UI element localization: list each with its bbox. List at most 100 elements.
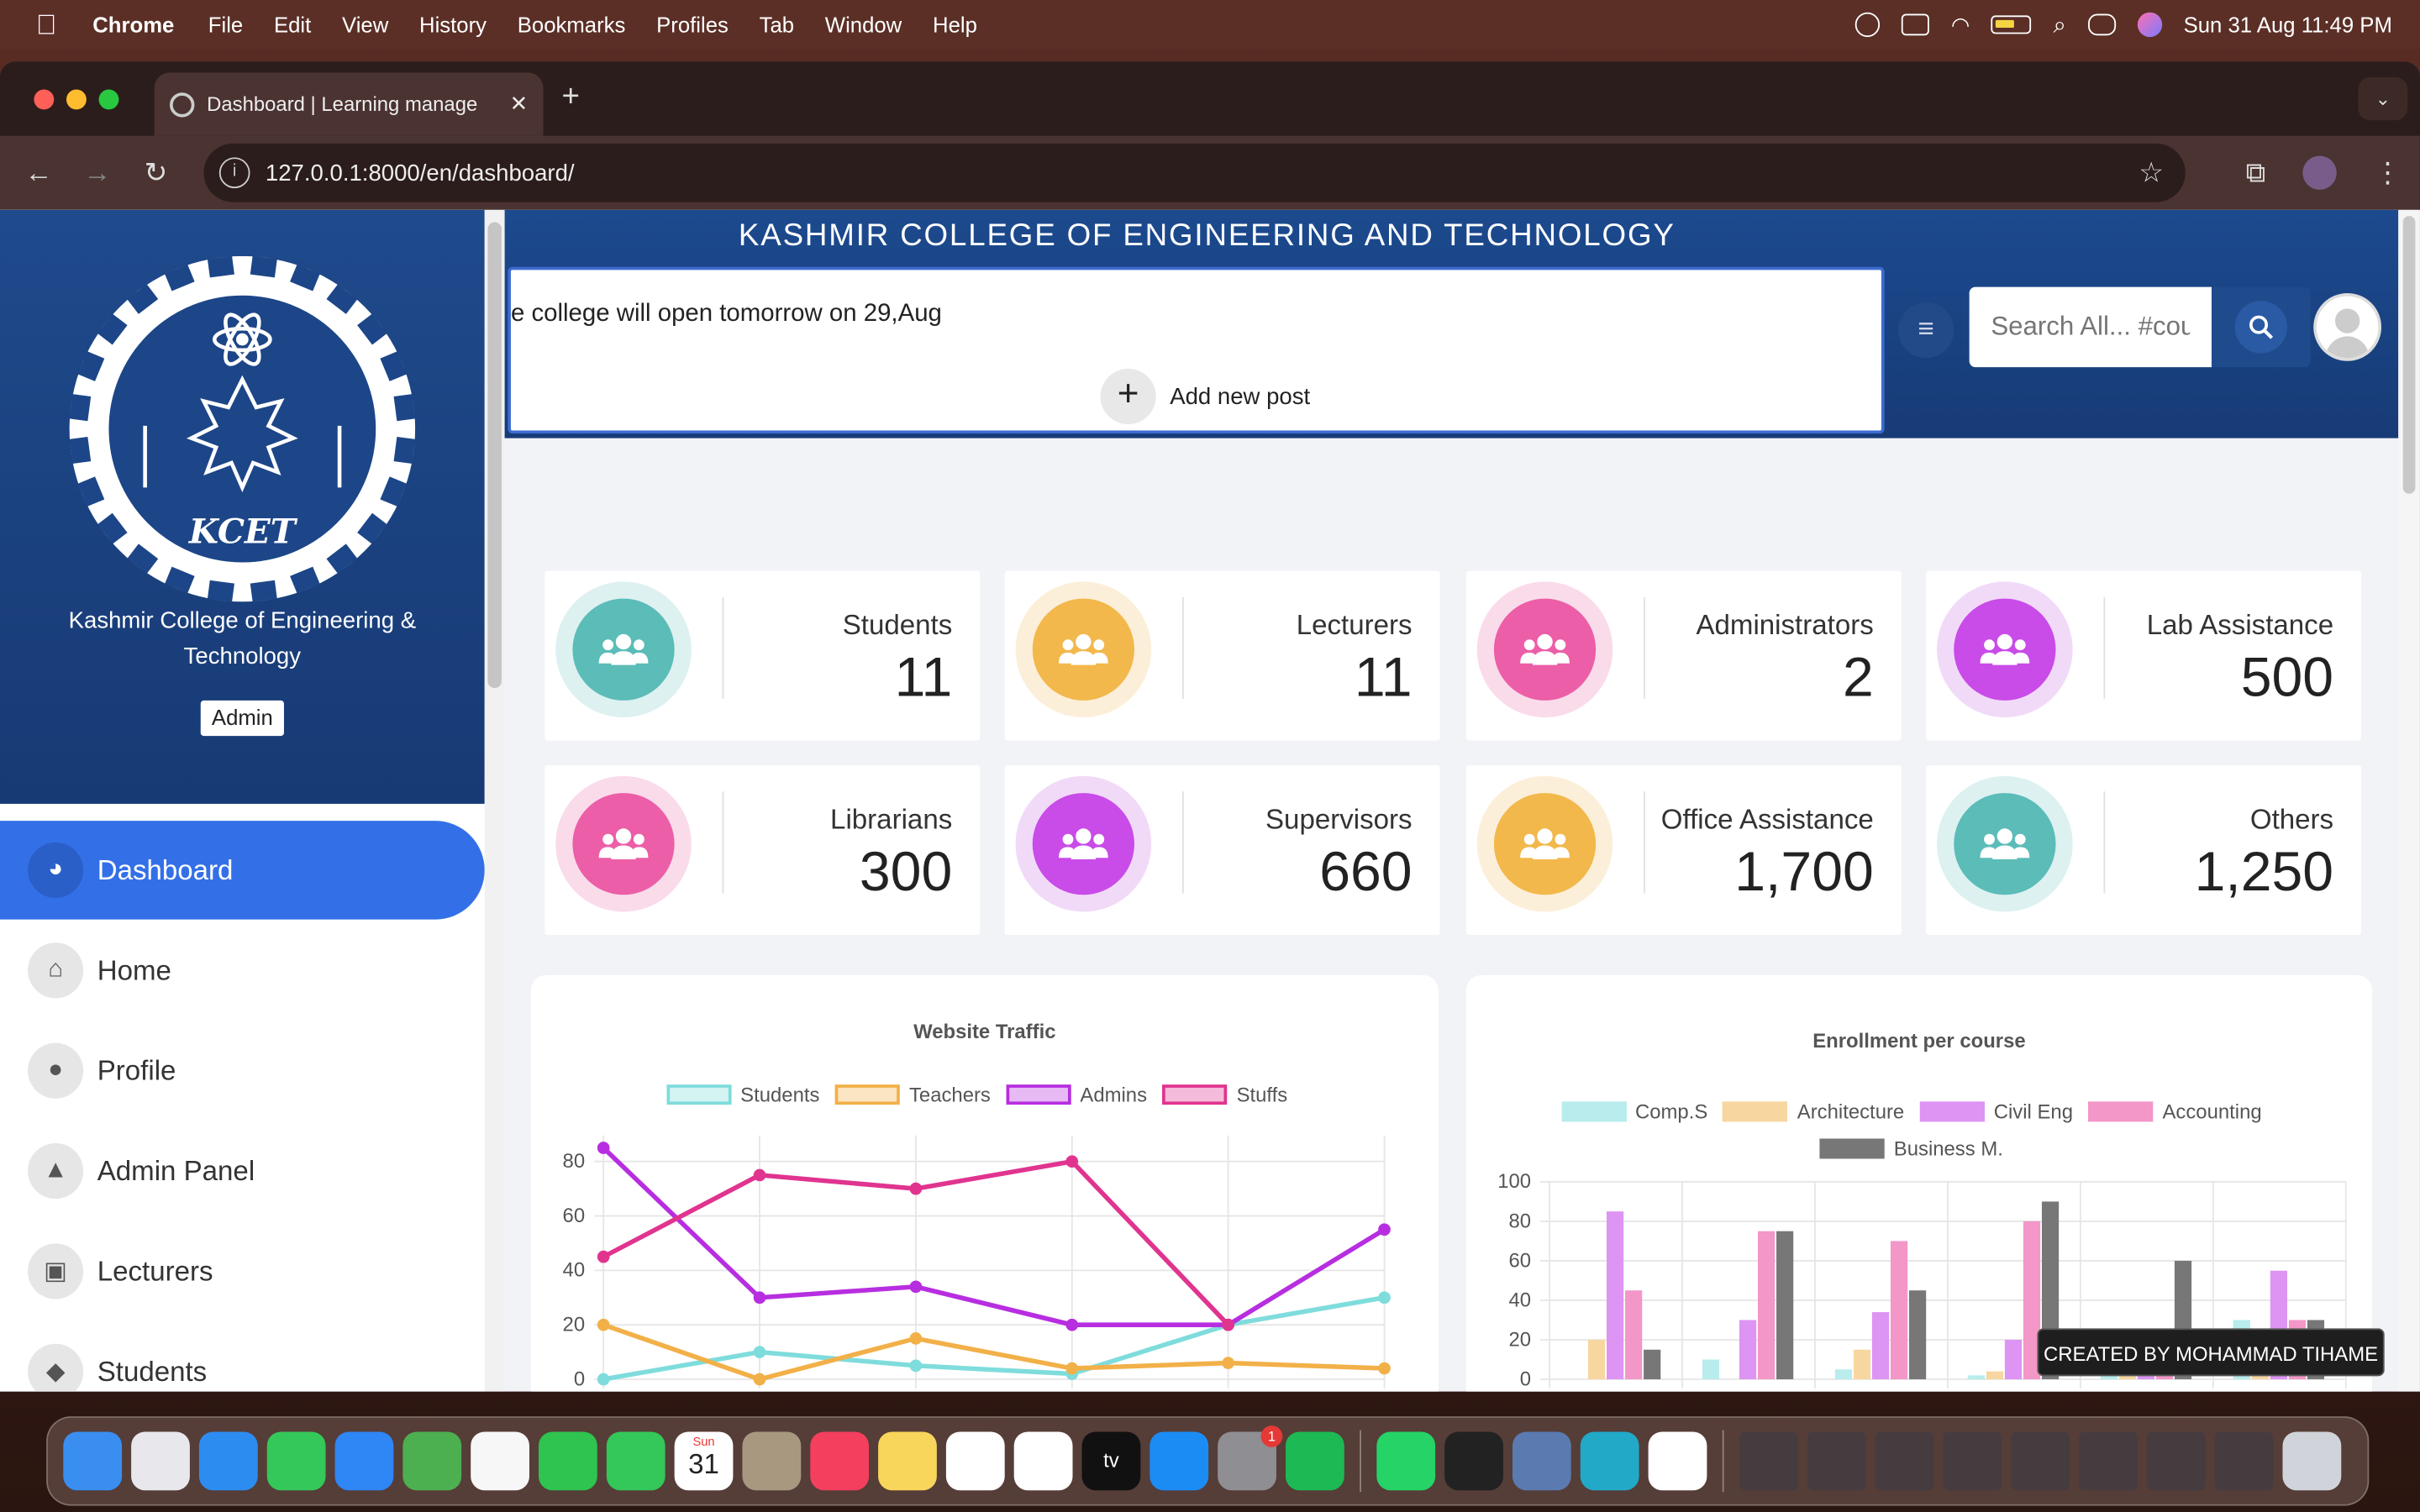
announcement-text[interactable]: e college will open tomorrow on 29,Aug xyxy=(511,301,942,328)
maps-icon[interactable] xyxy=(402,1431,462,1491)
freeform-icon[interactable] xyxy=(1013,1431,1073,1491)
menubar-app-name[interactable]: Chrome xyxy=(92,13,192,37)
role-badge: Admin xyxy=(200,700,284,737)
stat-office-assistance-card[interactable]: Office Assistance 1,700 xyxy=(1465,765,1902,936)
play-icon[interactable] xyxy=(1855,12,1881,38)
facetime-icon[interactable] xyxy=(539,1431,597,1491)
messages-icon[interactable] xyxy=(266,1431,326,1491)
notes-icon[interactable] xyxy=(878,1431,937,1491)
site-info-icon[interactable]: i xyxy=(218,157,250,189)
stat-students-card[interactable]: Students 11 xyxy=(544,570,981,741)
web-page: KCET Kashmir College of Engineering & Te… xyxy=(0,209,2420,1392)
stat-supervisors-card[interactable]: Supervisors 660 xyxy=(1004,765,1440,936)
menubar-item-help[interactable]: Help xyxy=(918,13,993,37)
palette-icon: ◕ xyxy=(28,842,84,898)
stat-administrators-card[interactable]: Administrators 2 xyxy=(1465,570,1902,741)
tab-search-button[interactable]: ⌄ xyxy=(2358,76,2408,121)
close-tab-icon[interactable]: ✕ xyxy=(510,91,529,117)
menubar-clock[interactable]: Sun 31 Aug 11:49 PM xyxy=(2184,13,2392,37)
zoom-window-button[interactable] xyxy=(98,89,119,110)
battery-icon[interactable] xyxy=(1991,15,2032,34)
recent-window-thumbnail[interactable] xyxy=(2079,1431,2138,1491)
extensions-icon[interactable]: ⧉ xyxy=(2246,156,2266,189)
menubar-item-history[interactable]: History xyxy=(404,13,502,37)
menubar-item-edit[interactable]: Edit xyxy=(259,13,327,37)
sidebar-item-profile[interactable]: ● Profile xyxy=(0,1021,485,1121)
phone-icon[interactable] xyxy=(606,1431,666,1491)
disk-icon[interactable] xyxy=(1512,1431,1571,1491)
page-scrollbar[interactable] xyxy=(2398,209,2420,1392)
finder-icon[interactable] xyxy=(63,1431,123,1491)
stat-others-card[interactable]: Others 1,250 xyxy=(1926,765,2362,936)
minimize-window-button[interactable] xyxy=(66,89,87,110)
users-icon xyxy=(1493,793,1597,895)
reminders-icon[interactable] xyxy=(945,1431,1005,1491)
reload-button[interactable]: ↻ xyxy=(127,156,186,189)
sidebar-item-dashboard[interactable]: ◕ Dashboard xyxy=(0,821,485,920)
recent-window-thumbnail[interactable] xyxy=(1943,1431,2002,1491)
add-post-button[interactable]: + Add new post xyxy=(1100,368,1310,425)
menubar-item-profiles[interactable]: Profiles xyxy=(641,13,744,37)
bar-architecture-2016 xyxy=(1587,1339,1606,1380)
spotlight-icon[interactable]: ⌕ xyxy=(2054,12,2066,38)
chrome-icon[interactable] xyxy=(1648,1431,1707,1491)
new-tab-button[interactable]: + xyxy=(562,81,580,116)
spotify-icon[interactable] xyxy=(1285,1431,1344,1491)
back-button[interactable]: ← xyxy=(9,156,68,189)
menubar-item-tab[interactable]: Tab xyxy=(744,13,809,37)
unity-icon[interactable] xyxy=(1444,1431,1503,1491)
sidebar-item-admin-panel[interactable]: ▲ Admin Panel xyxy=(0,1121,485,1221)
apple-icon[interactable]:  xyxy=(0,8,92,41)
close-window-button[interactable] xyxy=(34,89,55,110)
sidebar-item-students[interactable]: ◆ Students xyxy=(0,1322,485,1392)
settings-icon[interactable]: 1 xyxy=(1218,1425,1283,1491)
forward-button[interactable]: → xyxy=(68,156,127,189)
menubar-item-window[interactable]: Window xyxy=(809,13,917,37)
recent-window-thumbnail[interactable] xyxy=(2011,1431,2070,1491)
users-icon xyxy=(1032,793,1134,895)
tv-icon[interactable]: tv xyxy=(1081,1431,1141,1491)
address-bar[interactable]: i 127.0.0.1:8000/en/dashboard/ ☆ xyxy=(203,143,2186,202)
college-logo[interactable]: KCET xyxy=(68,255,417,602)
canva-icon[interactable] xyxy=(1580,1431,1639,1491)
display-icon[interactable] xyxy=(1902,13,1930,36)
profile-avatar[interactable] xyxy=(2302,155,2337,190)
recent-window-thumbnail[interactable] xyxy=(1739,1431,1798,1491)
recent-window-thumbnail[interactable] xyxy=(2146,1431,2206,1491)
user-avatar[interactable] xyxy=(2313,292,2382,361)
search-button[interactable] xyxy=(2211,286,2311,368)
menubar-item-file[interactable]: File xyxy=(192,13,258,37)
recent-window-thumbnail[interactable] xyxy=(1875,1431,1934,1491)
url-text[interactable]: 127.0.0.1:8000/en/dashboard/ xyxy=(266,160,575,186)
sidebar-item-home[interactable]: ⌂ Home xyxy=(0,921,485,1021)
recent-window-thumbnail[interactable] xyxy=(1807,1431,1866,1491)
music-icon[interactable] xyxy=(810,1431,870,1491)
sidebar-item-lecturers[interactable]: ▣ Lecturers xyxy=(0,1222,485,1321)
trash-icon[interactable] xyxy=(2282,1431,2342,1491)
siri-icon[interactable] xyxy=(2137,12,2162,38)
tab-dashboard[interactable]: Dashboard | Learning manage ✕ xyxy=(154,72,544,136)
wifi-icon[interactable]: ◠ xyxy=(1951,12,1970,38)
recent-window-thumbnail[interactable] xyxy=(2214,1431,2274,1491)
menubar-item-bookmarks[interactable]: Bookmarks xyxy=(502,13,640,37)
calendar-icon[interactable]: Sun 31 xyxy=(674,1431,734,1491)
chrome-menu-icon[interactable]: ⋮ xyxy=(2374,156,2402,189)
stat-librarians-card[interactable]: Librarians 300 xyxy=(544,765,981,936)
contacts-icon[interactable] xyxy=(742,1431,802,1491)
photos-icon[interactable] xyxy=(471,1431,529,1491)
app-store-icon[interactable] xyxy=(1150,1431,1209,1491)
stat-lecturers-card[interactable]: Lecturers 11 xyxy=(1004,570,1440,741)
stat-divider xyxy=(1644,791,1645,894)
bookmark-star-icon[interactable]: ☆ xyxy=(2139,156,2164,189)
sidebar-scrollbar[interactable] xyxy=(484,209,505,1392)
mail-icon[interactable] xyxy=(334,1431,394,1491)
menu-toggle-icon[interactable]: ≡ xyxy=(1898,302,1954,359)
safari-icon[interactable] xyxy=(198,1431,258,1491)
search-input[interactable] xyxy=(1969,286,2212,368)
stat-lab-assistance-card[interactable]: Lab Assistance 500 xyxy=(1926,570,2362,741)
menubar-item-view[interactable]: View xyxy=(327,13,404,37)
control-center-icon[interactable] xyxy=(2087,13,2116,36)
whatsapp-icon[interactable] xyxy=(1376,1431,1436,1491)
bar-civil-eng-2017 xyxy=(1739,1320,1757,1380)
launchpad-icon[interactable] xyxy=(131,1431,190,1491)
